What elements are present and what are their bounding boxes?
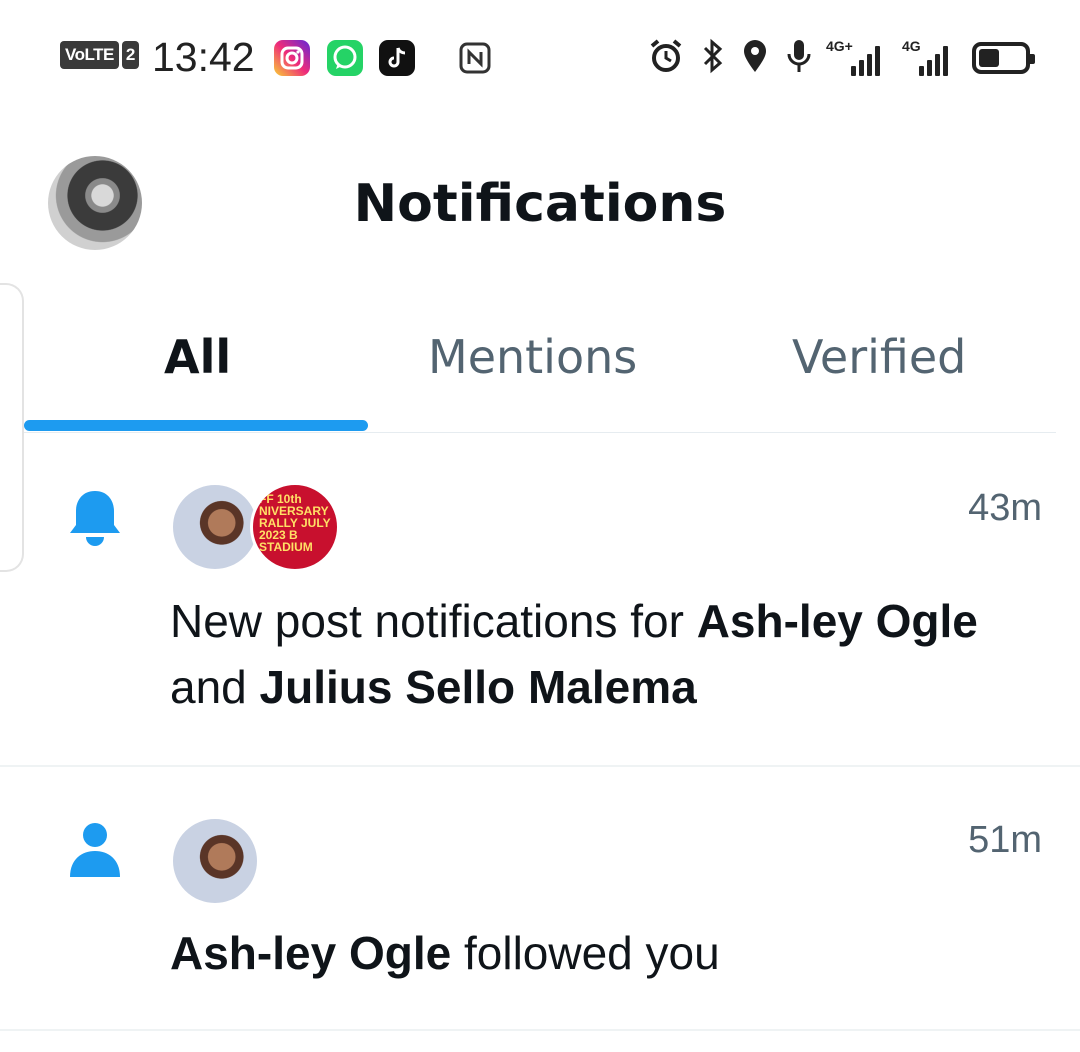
signal-strength-sim1: 4G+ — [826, 38, 890, 76]
bell-icon — [66, 487, 124, 553]
status-bar: VoLTE 2 13:42 4G+ 4G — [0, 0, 1080, 115]
eff-rally-poster-text: FF 10th NIVERSARY RALLY JULY 2023 B STAD… — [259, 492, 331, 554]
system-tray: 4G+ 4G — [646, 36, 1035, 80]
battery-icon — [972, 42, 1035, 74]
person-icon — [66, 819, 124, 885]
notification-text-suffix: followed you — [451, 927, 720, 979]
notification-avatars: FF 10th NIVERSARY RALLY JULY 2023 B STAD… — [170, 482, 340, 572]
network-type-label: 4G+ — [826, 38, 853, 54]
page-title: Notifications — [353, 174, 727, 234]
bluetooth-icon — [700, 36, 726, 80]
user-name-link[interactable]: Julius Sello Malema — [260, 661, 697, 713]
notification-text-prefix: New post notifications for — [170, 595, 697, 647]
notification-item[interactable]: FF 10th NIVERSARY RALLY JULY 2023 B STAD… — [0, 433, 1080, 767]
sim-slot-label: 2 — [121, 41, 140, 69]
volte-indicator: VoLTE 2 — [60, 41, 140, 69]
active-tab-indicator — [24, 420, 368, 431]
notification-time: 43m — [968, 487, 1042, 529]
notification-avatars — [170, 816, 260, 906]
network-type-label: 4G — [902, 38, 921, 54]
notification-time: 51m — [968, 819, 1042, 861]
whatsapp-icon — [327, 40, 363, 76]
mic-icon — [784, 36, 814, 80]
alarm-icon — [646, 36, 686, 80]
volte-label: VoLTE — [60, 41, 119, 69]
notification-item[interactable]: 51m Ash-ley Ogle followed you — [0, 767, 1080, 1031]
status-clock: 13:42 — [152, 34, 255, 80]
app-header: Notifications — [0, 140, 1080, 270]
tiktok-icon — [379, 40, 415, 76]
battery-level — [979, 49, 999, 67]
notification-text-joiner: and — [170, 661, 260, 713]
location-icon — [740, 36, 770, 80]
avatar[interactable]: FF 10th NIVERSARY RALLY JULY 2023 B STAD… — [250, 482, 340, 572]
tab-mentions[interactable]: Mentions — [428, 330, 637, 384]
nfc-icon — [457, 40, 493, 76]
tab-verified[interactable]: Verified — [792, 330, 966, 384]
signal-strength-sim2: 4G — [902, 38, 958, 76]
avatar[interactable] — [170, 816, 260, 906]
user-name-link[interactable]: Ash-ley Ogle — [170, 927, 451, 979]
tab-all[interactable]: All — [164, 330, 231, 384]
notification-tabs: All Mentions Verified — [24, 320, 1056, 433]
instagram-icon — [274, 40, 310, 76]
notification-text: Ash-ley Ogle followed you — [170, 920, 1020, 986]
avatar[interactable] — [170, 482, 260, 572]
user-name-link[interactable]: Ash-ley Ogle — [697, 595, 978, 647]
notification-text: New post notifications for Ash-ley Ogle … — [170, 588, 1020, 720]
